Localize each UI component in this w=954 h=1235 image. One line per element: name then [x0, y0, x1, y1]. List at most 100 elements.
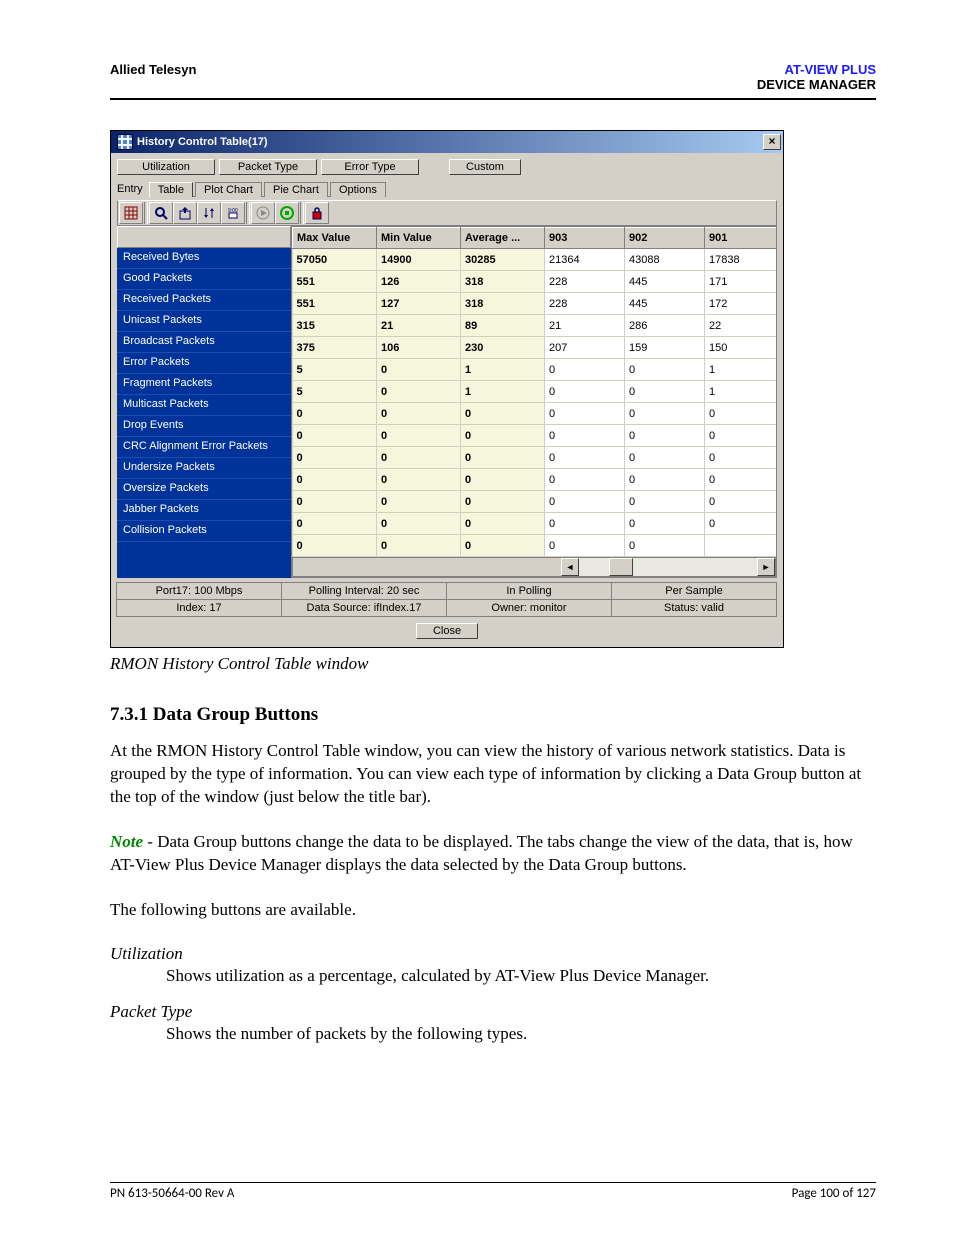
toolbar-sort-icon[interactable] [197, 202, 221, 224]
data-cell[interactable]: 0 [377, 381, 461, 403]
data-cell[interactable]: 0 [377, 469, 461, 491]
data-cell[interactable]: 318 [461, 293, 545, 315]
utilization-button[interactable]: Utilization [117, 159, 215, 175]
horizontal-scrollbar[interactable]: ◄ ► [292, 557, 776, 577]
data-cell[interactable]: 127 [377, 293, 461, 315]
data-cell[interactable]: 0 [705, 425, 777, 447]
column-header[interactable]: 903 [545, 228, 625, 249]
toolbar-grid-icon[interactable] [119, 202, 143, 224]
data-cell[interactable]: 315 [293, 315, 377, 337]
data-cell[interactable]: 171 [705, 271, 777, 293]
row-label[interactable]: Multicast Packets [117, 395, 291, 416]
data-cell[interactable]: 0 [461, 425, 545, 447]
row-label[interactable]: Jabber Packets [117, 500, 291, 521]
packet-type-button[interactable]: Packet Type [219, 159, 317, 175]
data-cell[interactable]: 0 [625, 403, 705, 425]
row-label[interactable]: CRC Alignment Error Packets [117, 437, 291, 458]
row-label[interactable]: Drop Events [117, 416, 291, 437]
scroll-left-icon[interactable]: ◄ [561, 558, 579, 576]
data-cell[interactable]: 0 [545, 491, 625, 513]
row-label[interactable]: Error Packets [117, 353, 291, 374]
data-cell[interactable]: 0 [625, 425, 705, 447]
data-cell[interactable]: 30285 [461, 249, 545, 271]
data-cell[interactable]: 106 [377, 337, 461, 359]
data-cell[interactable]: 0 [293, 469, 377, 491]
tab-options[interactable]: Options [330, 182, 386, 197]
row-label[interactable]: Oversize Packets [117, 479, 291, 500]
data-cell[interactable]: 0 [545, 447, 625, 469]
column-header[interactable]: Min Value [377, 228, 461, 249]
data-cell[interactable]: 22 [705, 315, 777, 337]
toolbar-stop-icon[interactable] [275, 202, 299, 224]
scroll-track[interactable] [579, 558, 757, 576]
row-label[interactable]: Undersize Packets [117, 458, 291, 479]
data-cell[interactable]: 0 [461, 469, 545, 491]
data-cell[interactable]: 0 [705, 403, 777, 425]
data-cell[interactable]: 0 [293, 535, 377, 557]
data-cell[interactable]: 5 [293, 381, 377, 403]
tab-pie-chart[interactable]: Pie Chart [264, 182, 328, 197]
data-cell[interactable]: 0 [625, 535, 705, 557]
data-cell[interactable]: 0 [377, 403, 461, 425]
data-cell[interactable]: 17838 [705, 249, 777, 271]
data-cell[interactable]: 0 [293, 403, 377, 425]
data-cell[interactable]: 0 [545, 425, 625, 447]
data-cell[interactable]: 0 [377, 491, 461, 513]
data-cell[interactable]: 1 [461, 381, 545, 403]
data-cell[interactable]: 0 [377, 425, 461, 447]
scroll-right-icon[interactable]: ► [757, 558, 775, 576]
data-cell[interactable]: 0 [705, 447, 777, 469]
data-cell[interactable]: 228 [545, 271, 625, 293]
data-cell[interactable]: 1 [705, 359, 777, 381]
data-cell[interactable]: 445 [625, 271, 705, 293]
error-type-button[interactable]: Error Type [321, 159, 419, 175]
data-cell[interactable]: 0 [705, 513, 777, 535]
data-cell[interactable]: 0 [705, 491, 777, 513]
toolbar-lock-icon[interactable] [305, 202, 329, 224]
data-cell[interactable]: 0 [461, 535, 545, 557]
data-cell[interactable]: 230 [461, 337, 545, 359]
data-cell[interactable]: 57050 [293, 249, 377, 271]
close-icon[interactable]: × [763, 134, 781, 150]
titlebar[interactable]: History Control Table(17) × [111, 131, 783, 153]
tab-plot-chart[interactable]: Plot Chart [195, 182, 262, 197]
data-cell[interactable]: 0 [545, 359, 625, 381]
data-cell[interactable]: 0 [625, 469, 705, 491]
data-cell[interactable]: 0 [377, 513, 461, 535]
data-cell[interactable]: 0 [545, 403, 625, 425]
row-label[interactable]: Received Bytes [117, 248, 291, 269]
scroll-thumb[interactable] [609, 558, 633, 576]
data-cell[interactable]: 0 [545, 469, 625, 491]
column-header[interactable]: Max Value [293, 228, 377, 249]
toolbar-play-icon[interactable] [251, 202, 275, 224]
custom-button[interactable]: Custom [449, 159, 521, 175]
data-cell[interactable]: 0 [461, 403, 545, 425]
data-cell[interactable]: 375 [293, 337, 377, 359]
data-cell[interactable]: 159 [625, 337, 705, 359]
data-cell[interactable]: 21 [377, 315, 461, 337]
data-cell[interactable]: 0 [293, 447, 377, 469]
data-cell[interactable]: 0 [461, 447, 545, 469]
row-label[interactable]: Fragment Packets [117, 374, 291, 395]
data-cell[interactable]: 126 [377, 271, 461, 293]
data-cell[interactable]: 14900 [377, 249, 461, 271]
toolbar-clock-icon[interactable]: 9:00 [221, 202, 245, 224]
column-header[interactable]: 901 [705, 228, 777, 249]
data-cell[interactable]: 89 [461, 315, 545, 337]
row-label[interactable]: Broadcast Packets [117, 332, 291, 353]
close-button[interactable]: Close [416, 623, 478, 639]
toolbar-export-icon[interactable] [173, 202, 197, 224]
column-header[interactable]: 902 [625, 228, 705, 249]
data-cell[interactable]: 0 [625, 381, 705, 403]
data-cell[interactable]: 286 [625, 315, 705, 337]
data-cell[interactable]: 0 [461, 491, 545, 513]
data-cell[interactable]: 207 [545, 337, 625, 359]
data-cell[interactable]: 0 [625, 513, 705, 535]
tab-table[interactable]: Table [149, 182, 193, 197]
data-cell[interactable]: 0 [705, 469, 777, 491]
data-cell[interactable]: 228 [545, 293, 625, 315]
data-cell[interactable]: 43088 [625, 249, 705, 271]
row-label[interactable]: Unicast Packets [117, 311, 291, 332]
data-cell[interactable]: 0 [461, 513, 545, 535]
data-cell[interactable]: 0 [377, 535, 461, 557]
